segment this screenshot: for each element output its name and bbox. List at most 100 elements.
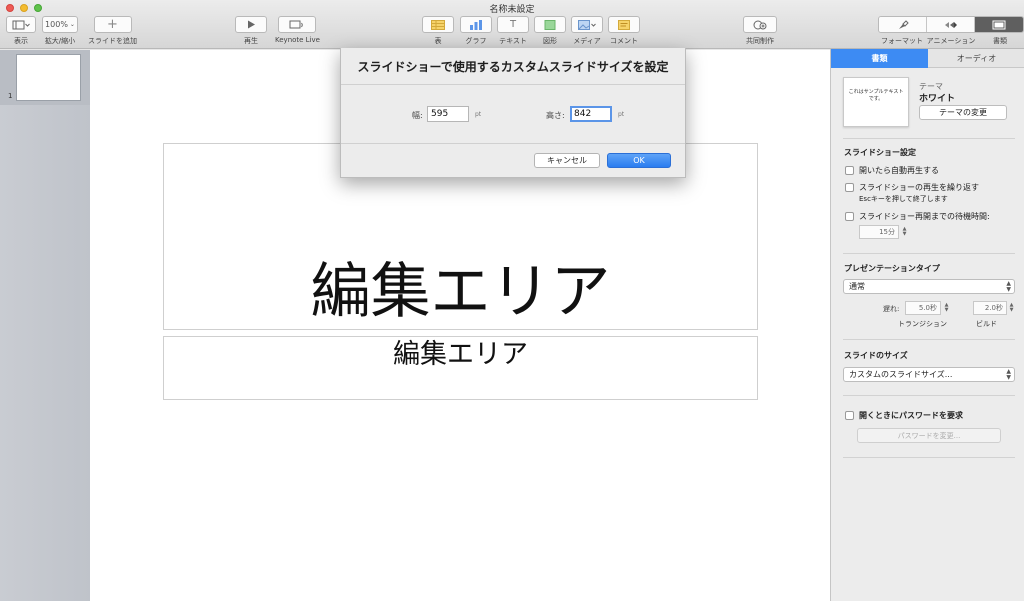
- table-icon: [431, 19, 445, 30]
- presentation-type-popup[interactable]: 通常 ▲ ▼: [843, 279, 1015, 294]
- tab-document[interactable]: 書類: [831, 49, 928, 68]
- toolbar: 名称未設定 表示 100% ⌄ 拡大/縮小 + スライドを追加 再生 Keynot…: [0, 0, 1024, 49]
- comment-label: コメント: [610, 37, 638, 45]
- table-button[interactable]: [422, 16, 454, 33]
- transition-delay-stepper[interactable]: ▲ ▼: [943, 301, 950, 315]
- subtitle-placeholder[interactable]: 編集エリア: [163, 336, 758, 400]
- loop-checkbox[interactable]: [845, 183, 854, 192]
- height-field[interactable]: [570, 106, 612, 122]
- idle-time-stepper[interactable]: ▲ ▼: [901, 225, 908, 239]
- loop-sub-label: Escキーを押して終了します: [859, 195, 948, 203]
- build-delay-stepper[interactable]: ▲ ▼: [1008, 301, 1015, 315]
- presentation-type-value: 通常: [849, 282, 865, 291]
- collaborate-label: 共同制作: [746, 37, 774, 45]
- divider: [843, 395, 1015, 396]
- idle-time-field[interactable]: 15分: [859, 225, 899, 239]
- comment-icon: [618, 19, 630, 30]
- document-icon: [992, 20, 1006, 29]
- paintbrush-icon: [898, 19, 909, 29]
- collaborate-control: 共同制作: [743, 16, 777, 46]
- chart-label: グラフ: [465, 37, 487, 45]
- divider: [843, 339, 1015, 340]
- window-title: 名称未設定: [489, 5, 535, 15]
- height-label: 高さ:: [546, 111, 565, 120]
- idle-restart-label: スライドショー再開までの待機時間:: [859, 212, 990, 221]
- inspector-segment: フォーマット アニメーション 書類: [878, 16, 1024, 46]
- presentation-type-title: プレゼンテーションタイプ: [844, 264, 940, 273]
- shape-button[interactable]: [534, 16, 566, 33]
- build-delay-field[interactable]: 2.0秒: [973, 301, 1007, 315]
- add-slide-control: + スライドを追加: [88, 16, 137, 46]
- zoom-popup[interactable]: 100% ⌄: [42, 16, 78, 33]
- slide-title[interactable]: 編集エリア: [164, 253, 757, 331]
- transition-label: トランジション: [898, 320, 947, 328]
- document-inspector: 書類 オーディオ これはサンプルテキストです。 テーマ ホワイト テーマの変更 …: [830, 49, 1024, 601]
- change-password-button[interactable]: パスワードを変更...: [857, 428, 1001, 443]
- comment-button[interactable]: [608, 16, 640, 33]
- view-control: 表示: [6, 16, 36, 46]
- comment-control: コメント: [608, 16, 640, 46]
- dialog-title: スライドショーで使用するカスタムスライドサイズを設定: [357, 60, 669, 74]
- require-password-label: 開くときにパスワードを要求: [859, 411, 963, 420]
- shape-control: 図形: [534, 16, 566, 46]
- animate-button[interactable]: [927, 17, 975, 32]
- idle-restart-checkbox[interactable]: [845, 212, 854, 221]
- format-label: フォーマット: [881, 37, 923, 45]
- divider: [341, 143, 685, 144]
- bar-chart-icon: [470, 19, 482, 30]
- slide-size-value: カスタムのスライドサイズ...: [849, 370, 953, 379]
- autoplay-checkbox[interactable]: [845, 166, 854, 175]
- text-label: テキスト: [499, 37, 527, 45]
- sidebar-view-icon: [12, 20, 30, 29]
- cancel-button[interactable]: キャンセル: [534, 153, 600, 168]
- divider: [843, 138, 1015, 139]
- add-slide-label: スライドを追加: [88, 37, 137, 45]
- zoom-label: 拡大/縮小: [44, 37, 76, 45]
- format-button[interactable]: [879, 17, 927, 32]
- tab-audio[interactable]: オーディオ: [928, 49, 1024, 68]
- height-unit: pt: [618, 111, 625, 118]
- updown-chevron-icon: ▲ ▼: [1006, 280, 1011, 293]
- theme-thumbnail: これはサンプルテキストです。: [843, 77, 909, 127]
- shape-icon: [544, 19, 556, 30]
- animate-label: アニメーション: [926, 37, 976, 45]
- slide-navigator: 1: [0, 50, 90, 601]
- document-button[interactable]: [975, 17, 1023, 32]
- width-field[interactable]: [427, 106, 469, 122]
- chevron-down-icon: ⌄: [69, 21, 75, 28]
- theme-name: ホワイト: [919, 94, 956, 104]
- collaborate-button[interactable]: [743, 16, 777, 33]
- updown-chevron-icon: ▲ ▼: [1006, 368, 1011, 381]
- play-label: 再生: [244, 37, 258, 45]
- slide-subtitle[interactable]: 編集エリア: [164, 337, 757, 373]
- keynote-live-icon: [289, 20, 304, 28]
- divider: [341, 84, 685, 85]
- autoplay-label: 開いたら自動再生する: [859, 166, 939, 175]
- width-label: 幅:: [412, 111, 423, 120]
- keynote-live-button[interactable]: [278, 16, 317, 33]
- change-theme-button[interactable]: テーマの変更: [919, 105, 1007, 120]
- ok-button[interactable]: OK: [607, 153, 671, 168]
- plus-icon: +: [107, 16, 118, 32]
- collaborate-icon: [753, 20, 767, 29]
- build-label: ビルド: [976, 320, 997, 328]
- add-slide-button[interactable]: +: [93, 16, 132, 33]
- keynote-live-label: Keynote Live: [275, 36, 320, 44]
- chart-control: グラフ: [460, 16, 492, 46]
- view-label: 表示: [14, 37, 28, 45]
- require-password-checkbox[interactable]: [845, 411, 854, 420]
- table-control: 表: [422, 16, 454, 46]
- custom-slide-size-dialog: スライドショーで使用するカスタムスライドサイズを設定 幅: pt 高さ: pt …: [340, 48, 686, 178]
- play-button[interactable]: [235, 16, 267, 33]
- text-box-icon: T: [509, 19, 517, 30]
- text-button[interactable]: T: [497, 16, 529, 33]
- view-button[interactable]: [6, 16, 36, 33]
- chart-button[interactable]: [460, 16, 492, 33]
- transition-delay-field[interactable]: 5.0秒: [905, 301, 941, 315]
- width-unit: pt: [475, 111, 482, 118]
- media-control: メディア: [571, 16, 603, 46]
- media-label: メディア: [573, 37, 601, 45]
- slide-thumbnail[interactable]: [16, 54, 81, 101]
- slide-size-popup[interactable]: カスタムのスライドサイズ... ▲ ▼: [843, 367, 1015, 382]
- media-button[interactable]: [571, 16, 603, 33]
